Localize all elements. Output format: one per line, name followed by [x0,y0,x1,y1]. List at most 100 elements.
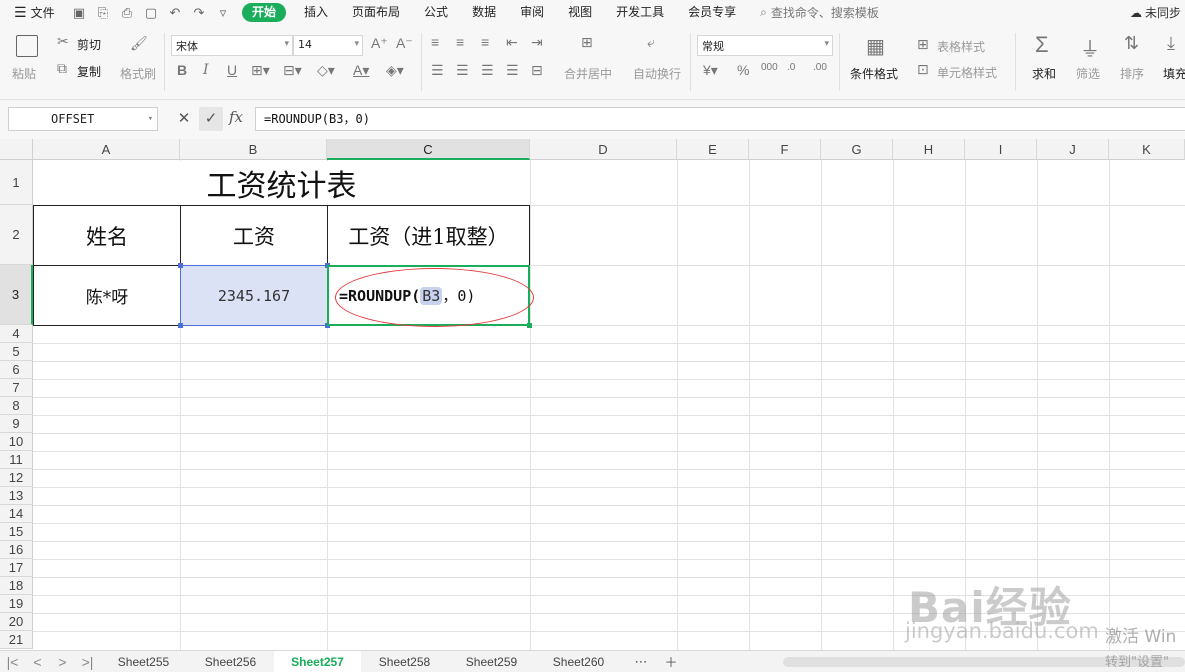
header-cell-salary[interactable]: 工资 [180,205,328,266]
data-cell-salary[interactable]: 2345.167 [180,265,328,326]
tab-member[interactable]: 会员专享 [676,0,748,25]
column-header-h[interactable]: H [893,139,965,160]
sync-status[interactable]: ☁ 未同步 [1130,4,1181,21]
fill-color-icon[interactable]: ⊟▾ [283,62,302,79]
column-header-e[interactable]: E [677,139,749,160]
justify-icon[interactable]: ☰ [506,62,519,79]
selection-handle[interactable] [178,263,183,268]
column-header-a[interactable]: A [33,139,180,160]
increase-decimal-icon[interactable]: .0 [787,62,795,73]
sheet-tab-259[interactable]: Sheet259 [448,651,535,672]
cut-button[interactable]: 剪切 [77,36,101,53]
file-menu[interactable]: ☰ 文件 [0,4,70,21]
column-header-k[interactable]: K [1109,139,1185,160]
align-left-icon[interactable]: ☰ [431,62,444,79]
column-header-f[interactable]: F [749,139,821,160]
highlight-icon[interactable]: ◇▾ [317,62,335,79]
font-color-icon[interactable]: A▾ [353,62,369,79]
clear-icon[interactable]: ◈▾ [386,62,404,79]
row-header[interactable]: 3 [0,265,33,325]
format-painter-button[interactable]: 格式刷 [120,65,156,82]
column-header-j[interactable]: J [1037,139,1109,160]
row-header[interactable]: 20 [0,613,33,631]
fill-button[interactable]: 填充 [1163,65,1185,82]
currency-icon[interactable]: ¥▾ [703,62,718,79]
row-header[interactable]: 16 [0,541,33,559]
confirm-icon[interactable]: ✓ [199,107,223,131]
tab-review[interactable]: 审阅 [508,0,556,25]
tab-insert[interactable]: 插入 [292,0,340,25]
row-header[interactable]: 9 [0,415,33,433]
copy-button[interactable]: 复制 [77,63,101,80]
column-header-b[interactable]: B [180,139,327,160]
row-header[interactable]: 2 [0,205,33,265]
italic-icon[interactable]: I [203,62,209,78]
table-style-button[interactable]: 表格样式 [937,38,985,55]
align-center-icon[interactable]: ☰ [456,62,469,79]
row-header[interactable]: 6 [0,361,33,379]
indent-decrease-icon[interactable]: ⇤ [506,34,518,51]
thousands-icon[interactable]: 000 [761,62,778,73]
row-header[interactable]: 8 [0,397,33,415]
increase-font-icon[interactable]: A⁺ [371,35,388,52]
row-header[interactable]: 10 [0,433,33,451]
data-cell-name[interactable]: 陈*呀 [33,265,181,326]
command-search[interactable]: ⌕ 查找命令、搜索模板 [760,4,879,21]
border-icon[interactable]: ⊞▾ [251,62,270,79]
cell-style-button[interactable]: 单元格样式 [937,64,997,81]
row-header[interactable]: 21 [0,631,33,649]
next-sheet-icon[interactable]: > [50,654,75,670]
percent-icon[interactable]: % [737,62,749,78]
print-icon[interactable]: ⎙ [118,5,136,21]
horizontal-scrollbar[interactable] [783,657,1185,667]
column-header-i[interactable]: I [965,139,1037,160]
sheet-tab-260[interactable]: Sheet260 [535,651,622,672]
more-dropdown-icon[interactable]: ▿ [214,5,232,21]
row-header[interactable]: 7 [0,379,33,397]
sheet-tab-255[interactable]: Sheet255 [100,651,187,672]
paste-button[interactable]: 粘贴 [12,65,36,82]
tab-home[interactable]: 开始 [242,3,287,22]
sheet-tab-256[interactable]: Sheet256 [187,651,274,672]
align-right-icon[interactable]: ☰ [481,62,494,79]
first-sheet-icon[interactable]: |< [0,654,25,670]
number-format-select[interactable]: 常规 ▾ [697,35,833,56]
name-box[interactable]: OFFSET ▾ [8,107,158,131]
save-icon[interactable]: ▣ [70,5,88,21]
row-header[interactable]: 12 [0,469,33,487]
formula-input[interactable]: =ROUNDUP(B3，0) [255,107,1185,131]
tab-page-layout[interactable]: 页面布局 [340,0,412,25]
tab-data[interactable]: 数据 [460,0,508,25]
tab-view[interactable]: 视图 [556,0,604,25]
select-all-corner[interactable] [0,139,33,160]
sheet-tab-258[interactable]: Sheet258 [361,651,448,672]
add-sheet-icon[interactable]: ＋ [660,652,682,671]
paste-icon[interactable] [16,35,38,57]
fill-handle[interactable] [527,323,532,328]
font-name-select[interactable]: 宋体 ▾ [171,35,293,56]
bold-icon[interactable]: B [177,62,187,78]
align-bottom-icon[interactable]: ≡ [481,34,489,50]
font-size-select[interactable]: 14 ▾ [293,35,363,56]
wrap-text-button[interactable]: 自动换行 [633,65,681,82]
row-header[interactable]: 17 [0,559,33,577]
align-top-icon[interactable]: ≡ [431,34,439,50]
spreadsheet-grid[interactable]: A B C D E F G H I J K 1 2 3 4 5 6 7 8 9 … [0,139,1185,650]
column-header-g[interactable]: G [821,139,893,160]
more-sheets-icon[interactable]: ⋯ [630,654,652,670]
header-cell-salary-roundup[interactable]: 工资（进1取整） [327,205,530,266]
last-sheet-icon[interactable]: >| [75,654,100,670]
conditional-format-button[interactable]: 条件格式 [850,65,898,82]
row-header[interactable]: 18 [0,577,33,595]
row-header[interactable]: 19 [0,595,33,613]
sum-button[interactable]: 求和 [1032,65,1056,82]
align-middle-icon[interactable]: ≡ [456,34,464,50]
row-header[interactable]: 1 [0,160,33,205]
decrease-decimal-icon[interactable]: .00 [813,62,827,73]
filter-button[interactable]: 筛选 [1076,65,1100,82]
column-header-d[interactable]: D [530,139,677,160]
undo-icon[interactable]: ↶ [166,5,184,21]
insert-function-icon[interactable]: fx [229,108,243,126]
decrease-font-icon[interactable]: A⁻ [396,35,413,52]
row-header[interactable]: 13 [0,487,33,505]
